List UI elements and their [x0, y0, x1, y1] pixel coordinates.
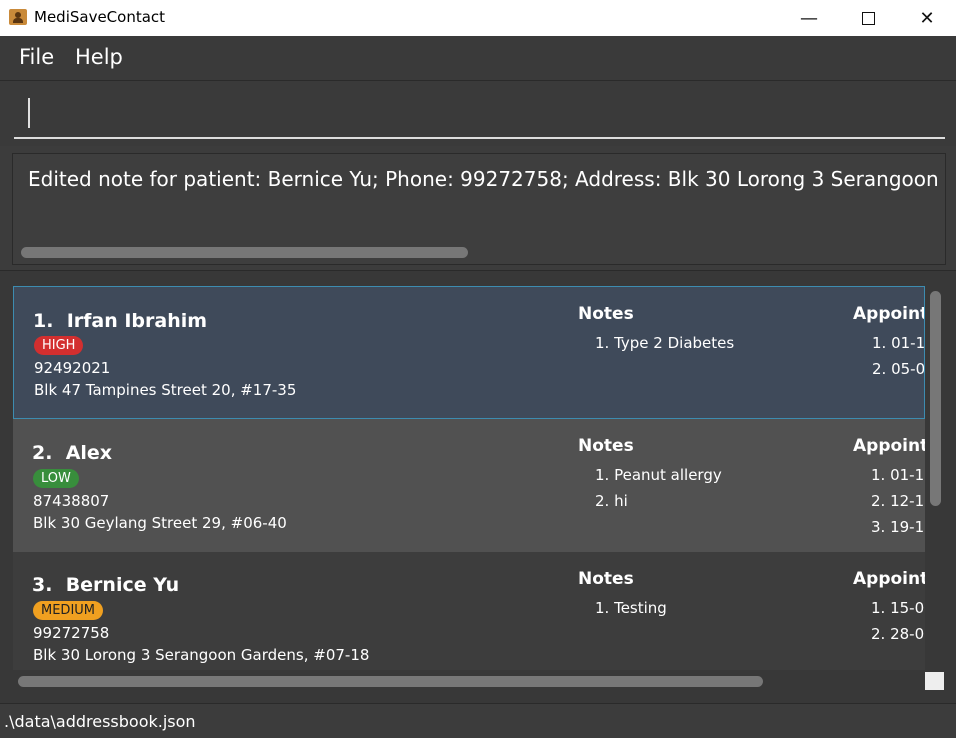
- note-item: 2. hi: [595, 492, 628, 510]
- patient-phone: 99272758: [33, 624, 110, 642]
- patient-phone: 92492021: [34, 359, 111, 377]
- patient-address: Blk 47 Tampines Street 20, #17-35: [34, 381, 297, 399]
- patient-card[interactable]: 2. Alex LOW 87438807 Blk 30 Geylang Stre…: [13, 419, 925, 552]
- close-icon: ✕: [919, 7, 935, 29]
- patient-name: Irfan Ibrahim: [66, 310, 208, 332]
- title-bar: MediSaveContact — ✕: [0, 0, 956, 36]
- patient-name: Bernice Yu: [65, 574, 180, 596]
- list-vertical-scrollbar[interactable]: [930, 291, 941, 506]
- result-message: Edited note for patient: Bernice Yu; Pho…: [28, 167, 945, 191]
- patient-index: 1.: [33, 310, 54, 332]
- patient-card[interactable]: 1. Irfan Ibrahim HIGH 92492021 Blk 47 Ta…: [13, 286, 925, 419]
- patient-address: Blk 30 Geylang Street 29, #06-40: [33, 514, 287, 532]
- priority-badge: HIGH: [34, 336, 84, 355]
- patient-name-line: 1. Irfan Ibrahim: [33, 310, 207, 332]
- menu-file[interactable]: File: [19, 45, 54, 69]
- patient-list[interactable]: 1. Irfan Ibrahim HIGH 92492021 Blk 47 Ta…: [0, 270, 956, 703]
- note-item: 1. Type 2 Diabetes: [595, 334, 735, 352]
- result-horizontal-scrollbar[interactable]: [21, 247, 468, 258]
- priority-badge: MEDIUM: [33, 601, 104, 620]
- result-display[interactable]: Edited note for patient: Bernice Yu; Pho…: [12, 153, 946, 265]
- appointment-item: 2. 28-0: [871, 625, 925, 643]
- maximize-button[interactable]: [839, 0, 897, 36]
- notes-title: Notes: [578, 436, 634, 456]
- appointment-item: 3. 19-1: [871, 518, 925, 536]
- patient-phone: 87438807: [33, 492, 110, 510]
- command-box: [0, 81, 956, 146]
- note-item: 1. Testing: [595, 599, 667, 617]
- patient-name: Alex: [65, 442, 113, 464]
- patient-index: 2.: [32, 442, 53, 464]
- patient-index: 3.: [32, 574, 53, 596]
- note-item: 1. Peanut allergy: [595, 466, 722, 484]
- patient-name-line: 2. Alex: [32, 442, 112, 464]
- menu-bar: File Help: [0, 36, 956, 81]
- window-title: MediSaveContact: [34, 8, 166, 26]
- appointments-title: Appointr: [853, 569, 925, 589]
- appointment-item: 1. 01-1: [872, 334, 925, 352]
- maximize-icon: [861, 11, 875, 25]
- appointments-title: Appointr: [853, 304, 924, 324]
- scrollbar-corner: [925, 672, 944, 690]
- status-bar: .\data\addressbook.json: [0, 703, 956, 738]
- patient-name-line: 3. Bernice Yu: [32, 574, 179, 596]
- notes-title: Notes: [578, 304, 634, 324]
- appointment-item: 2. 05-0: [872, 360, 925, 378]
- minimize-icon: —: [800, 7, 818, 29]
- data-file-path: .\data\addressbook.json: [4, 712, 196, 731]
- command-input[interactable]: [14, 97, 945, 139]
- notes-title: Notes: [578, 569, 634, 589]
- appointment-item: 1. 15-0: [871, 599, 925, 617]
- priority-badge: LOW: [33, 469, 79, 488]
- app-icon: [9, 9, 27, 25]
- text-caret: [28, 98, 30, 128]
- minimize-button[interactable]: —: [780, 0, 838, 36]
- appointment-item: 1. 01-1: [871, 466, 925, 484]
- close-button[interactable]: ✕: [898, 0, 956, 36]
- appointments-title: Appointr: [853, 436, 925, 456]
- list-horizontal-scrollbar[interactable]: [18, 676, 763, 687]
- appointment-item: 2. 12-1: [871, 492, 925, 510]
- menu-help[interactable]: Help: [75, 45, 123, 69]
- patient-card[interactable]: 3. Bernice Yu MEDIUM 99272758 Blk 30 Lor…: [13, 552, 925, 670]
- patient-address: Blk 30 Lorong 3 Serangoon Gardens, #07-1…: [33, 646, 370, 664]
